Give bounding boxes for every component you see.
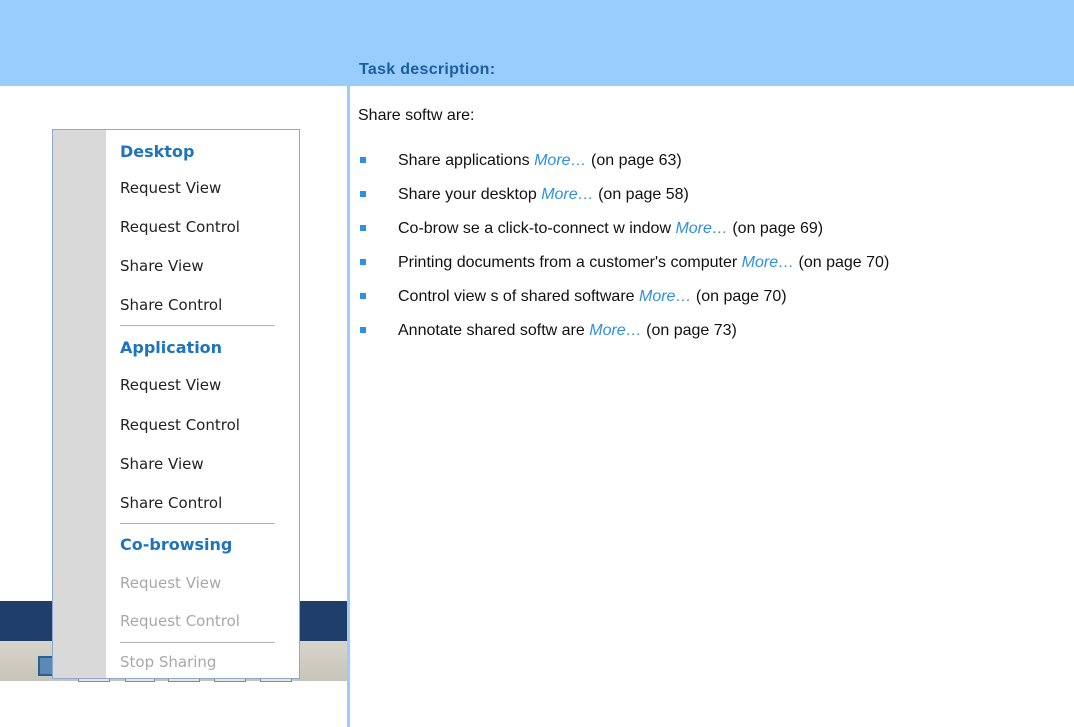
list-item: Share applications More… (on page 63) [358,148,1038,173]
menu-item-stop-sharing[interactable]: Stop Sharing [120,653,216,671]
menu-item-co-browsing-request-control[interactable]: Request Control [120,612,240,630]
bullet-square-icon [360,225,366,231]
list-item: Control view s of shared software More… … [358,284,1038,309]
item-text: Share applications [398,152,535,169]
menu-heading-desktop: Desktop [120,142,195,161]
list-item: Co-brow se a click-to-connect w indow Mo… [358,216,1038,241]
menu-separator [120,642,275,643]
item-text: Annotate shared softw are [398,322,590,339]
item-text: Printing documents from a customer's com… [398,254,742,271]
more-link[interactable]: More… [675,220,727,237]
list-item: Share your desktop More… (on page 58) [358,182,1038,207]
menu-item-co-browsing-request-view[interactable]: Request View [120,574,221,592]
item-text: Share your desktop [398,186,542,203]
page-ref: (on page 70) [794,254,890,271]
more-link[interactable]: More… [534,152,586,169]
page-ref: (on page 70) [691,288,787,305]
menu-separator [120,325,275,326]
page-ref: (on page 73) [641,322,737,339]
header-banner [0,0,1074,86]
task-intro: Share softw are: [358,107,475,124]
menu-item-application-request-control[interactable]: Request Control [120,416,240,434]
task-description-title: Task description: [359,61,496,78]
column-divider [347,86,350,727]
page-ref: (on page 69) [727,220,824,237]
bullet-square-icon [360,157,366,163]
page-ref: (on page 58) [593,186,689,203]
menu-separator [120,523,275,524]
list-item: Annotate shared softw are More… (on page… [358,318,1038,343]
menu-heading-co-browsing: Co-browsing [120,535,233,554]
item-text: Co-brow se a click-to-connect w indow [398,220,676,237]
item-text: Control view s of shared software [398,288,639,305]
menu-item-application-share-control[interactable]: Share Control [120,494,222,512]
bullet-square-icon [360,293,366,299]
menu-item-application-share-view[interactable]: Share View [120,455,204,473]
bullet-square-icon [360,259,366,265]
task-list: Share applications More… (on page 63) Sh… [358,148,1058,352]
menu-icon-gutter [53,130,106,678]
more-link[interactable]: More… [541,186,593,203]
list-item: Printing documents from a customer's com… [358,250,1058,275]
menu-screenshot: Desktop Request View Request Control Sha… [0,86,347,727]
menu-item-desktop-request-control[interactable]: Request Control [120,218,240,236]
menu-heading-application: Application [120,338,223,357]
more-link[interactable]: More… [742,254,794,271]
more-link[interactable]: More… [589,322,641,339]
more-link[interactable]: More… [639,288,691,305]
menu-item-desktop-share-control[interactable]: Share Control [120,296,222,314]
share-context-menu: Desktop Request View Request Control Sha… [52,129,300,679]
bullet-square-icon [360,327,366,333]
menu-item-desktop-request-view[interactable]: Request View [120,179,221,197]
bullet-square-icon [360,191,366,197]
page-ref: (on page 63) [586,152,682,169]
menu-item-desktop-share-view[interactable]: Share View [120,257,204,275]
menu-item-application-request-view[interactable]: Request View [120,376,221,394]
